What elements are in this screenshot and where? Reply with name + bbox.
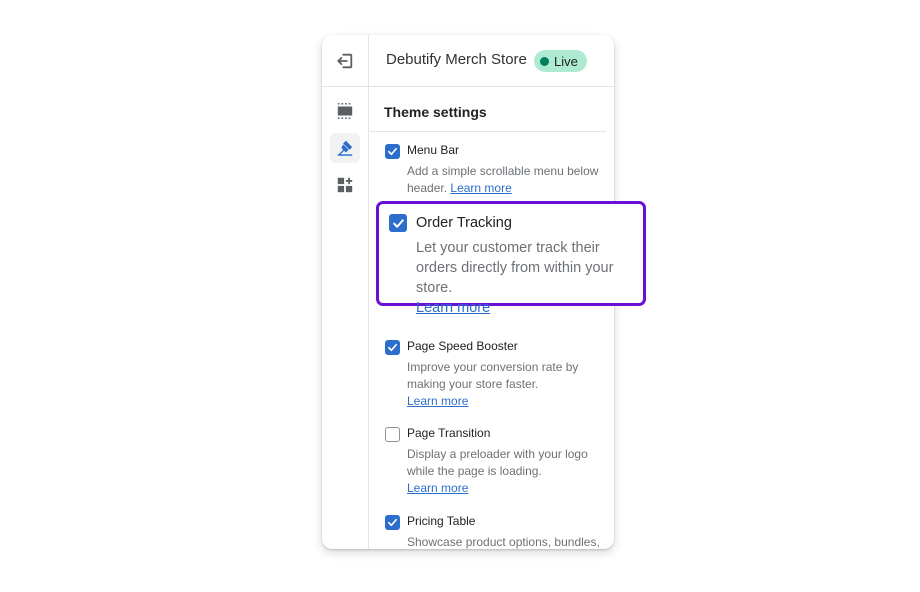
sections-icon: [337, 103, 353, 119]
theme-brush-icon: [337, 140, 353, 156]
live-dot-icon: [540, 56, 549, 66]
learn-more-link[interactable]: Learn more: [407, 394, 468, 408]
highlight-callout-order-tracking: Order Tracking Let your customer track t…: [376, 201, 646, 316]
section-divider: [370, 131, 606, 132]
pricing-table-checkbox[interactable]: [385, 515, 400, 530]
order-tracking-description: Let your customer track their orders dir…: [416, 240, 614, 316]
sidebar-rail: [322, 87, 369, 549]
sidebar-item-sections[interactable]: [330, 96, 360, 126]
store-name: Debutify Merch Store: [386, 51, 527, 68]
status-badge-label: Live: [554, 53, 578, 69]
order-tracking-label: Order Tracking: [416, 215, 512, 231]
checkmark-icon: [388, 147, 397, 156]
setting-description: Display a preloader with your logo while…: [407, 447, 588, 495]
learn-more-link[interactable]: Learn more: [416, 300, 490, 316]
checkmark-icon: [388, 343, 397, 352]
checkmark-icon: [392, 218, 404, 228]
setting-description: Showcase product options, bundles, packa…: [407, 535, 600, 549]
setting-label: Pricing Table: [407, 514, 476, 528]
sidebar-item-theme-settings[interactable]: [330, 133, 360, 163]
top-bar: Debutify Merch Store Live: [322, 35, 614, 87]
sidebar-item-apps[interactable]: [330, 170, 360, 200]
learn-more-link[interactable]: Learn more: [450, 181, 511, 195]
order-tracking-checkbox[interactable]: [389, 214, 407, 232]
setting-description: Improve your conversion rate by making y…: [407, 360, 579, 408]
menu-bar-checkbox[interactable]: [385, 144, 400, 159]
setting-description: Add a simple scrollable menu below heade…: [407, 164, 599, 195]
theme-settings-content: Theme settings Menu Bar Add a simple scr…: [370, 87, 614, 549]
setting-label: Page Speed Booster: [407, 339, 518, 353]
page-transition-checkbox[interactable]: [385, 427, 400, 442]
checkmark-icon: [388, 518, 397, 527]
section-title: Theme settings: [384, 104, 487, 120]
page-speed-booster-checkbox[interactable]: [385, 340, 400, 355]
setting-label: Page Transition: [407, 426, 491, 440]
status-badge: Live: [534, 50, 587, 72]
apps-blocks-icon: [337, 177, 353, 193]
learn-more-link[interactable]: Learn more: [407, 481, 468, 495]
exit-button[interactable]: [322, 35, 369, 87]
setting-label: Menu Bar: [407, 143, 460, 157]
exit-icon: [337, 53, 353, 69]
